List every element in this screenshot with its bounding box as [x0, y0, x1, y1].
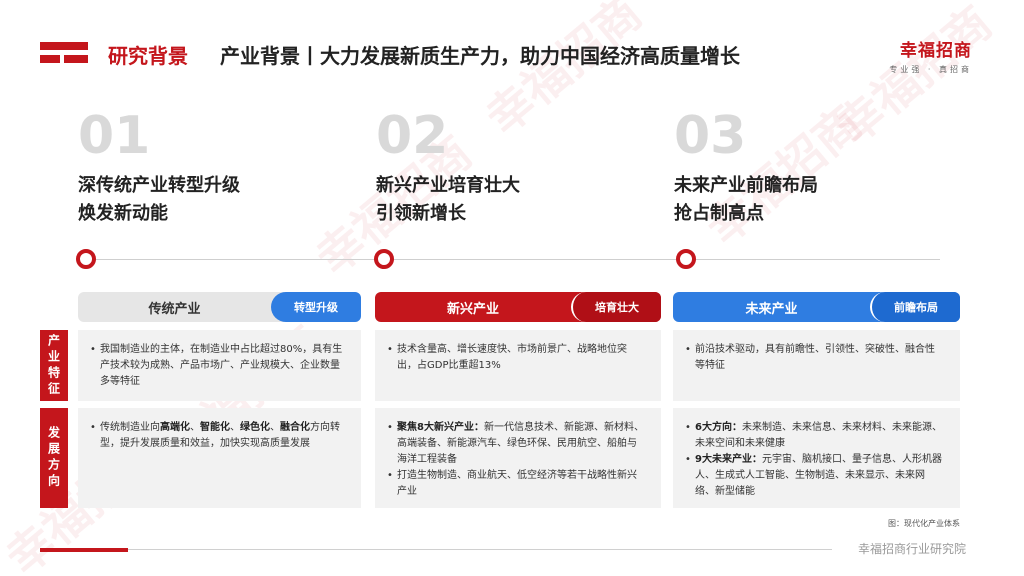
direction-text: 6大方向：未来制造、未来信息、未来材料、未来能源、未来空间和未来健康: [685, 420, 944, 452]
brand-slogan: 专业强 · 真招商: [889, 65, 972, 74]
column-title-line2: 引领新增长: [376, 203, 466, 224]
column-title-line2: 焕发新动能: [78, 203, 168, 224]
column-heading-2: 02 新兴产业培育壮大 引领新增长: [376, 110, 636, 228]
pill-tag: 培育壮大: [571, 292, 661, 322]
feature-cell-traditional: 我国制造业的主体，在制造业中占比超过80%，具有生产技术较为成熟、产品市场广、产…: [78, 330, 361, 401]
pill-tag: 前瞻布局: [870, 292, 960, 322]
direction-text: 9大未来产业：元宇宙、脑机接口、量子信息、人形机器人、生成式人工智能、生物制造、…: [685, 452, 944, 500]
column-title-line2: 抢占制高点: [674, 203, 764, 224]
feature-text: 我国制造业的主体，在制造业中占比超过80%，具有生产技术较为成熟、产品市场广、产…: [90, 342, 345, 390]
pill-tag: 转型升级: [271, 292, 361, 322]
timeline-line: [86, 259, 940, 260]
column-heading-3: 03 未来产业前瞻布局 抢占制高点: [674, 110, 934, 228]
footer-accent-line: [40, 548, 128, 552]
column-title-line1: 深传统产业转型升级: [78, 175, 240, 196]
timeline-node-icon: [76, 249, 96, 269]
column-title-line1: 未来产业前瞻布局: [674, 175, 818, 196]
direction-cell-future: 6大方向：未来制造、未来信息、未来材料、未来能源、未来空间和未来健康 9大未来产…: [673, 408, 960, 508]
row-label-direction: 发展方向: [40, 408, 68, 508]
feature-cell-future: 前沿技术驱动，具有前瞻性、引领性、突破性、融合性等特征: [673, 330, 960, 401]
feature-cell-emerging: 技术含量高、增长速度快、市场前景广、战略地位突出，占GDP比重超13%: [375, 330, 661, 401]
footer-institute: 幸福招商行业研究院: [857, 542, 966, 556]
page-title: 产业背景丨大力发展新质生产力，助力中国经济高质量增长: [220, 44, 740, 68]
feature-text: 技术含量高、增长速度快、市场前景广、战略地位突出，占GDP比重超13%: [387, 342, 645, 374]
section-logo-icon: [40, 42, 88, 68]
timeline-node-icon: [374, 249, 394, 269]
column-heading-1: 01 深传统产业转型升级 焕发新动能: [78, 110, 338, 228]
column-number: 02: [376, 106, 449, 166]
column-title-line1: 新兴产业培育壮大: [376, 175, 520, 196]
direction-text: 传统制造业向高端化、智能化、绿色化、融合化方向转型，提升发展质量和效益，加快实现…: [90, 420, 345, 452]
footer-line: [128, 549, 832, 550]
column-number: 03: [674, 106, 747, 166]
pill-future: 未来产业 前瞻布局: [673, 292, 960, 322]
direction-text: 打造生物制造、商业航天、低空经济等若干战略性新兴产业: [387, 468, 645, 500]
pill-traditional: 传统产业 转型升级: [78, 292, 361, 322]
pill-label: 新兴产业: [446, 301, 499, 317]
brand-logo: 幸福招商 专业强 · 真招商: [889, 36, 972, 75]
figure-caption: 图：现代化产业体系: [888, 519, 960, 528]
direction-cell-traditional: 传统制造业向高端化、智能化、绿色化、融合化方向转型，提升发展质量和效益，加快实现…: [78, 408, 361, 508]
pill-label: 未来产业: [745, 301, 798, 317]
pill-emerging: 新兴产业 培育壮大: [375, 292, 661, 322]
direction-cell-emerging: 聚焦8大新兴产业：新一代信息技术、新能源、新材料、高端装备、新能源汽车、绿色环保…: [375, 408, 661, 508]
row-label-features: 产业特征: [40, 330, 68, 401]
feature-text: 前沿技术驱动，具有前瞻性、引领性、突破性、融合性等特征: [685, 342, 944, 374]
brand-name: 幸福招商: [900, 41, 972, 61]
timeline-node-icon: [676, 249, 696, 269]
pill-label: 传统产业: [148, 301, 201, 317]
direction-text: 聚焦8大新兴产业：新一代信息技术、新能源、新材料、高端装备、新能源汽车、绿色环保…: [387, 420, 645, 468]
column-number: 01: [78, 106, 151, 166]
section-tag: 研究背景: [108, 44, 188, 68]
